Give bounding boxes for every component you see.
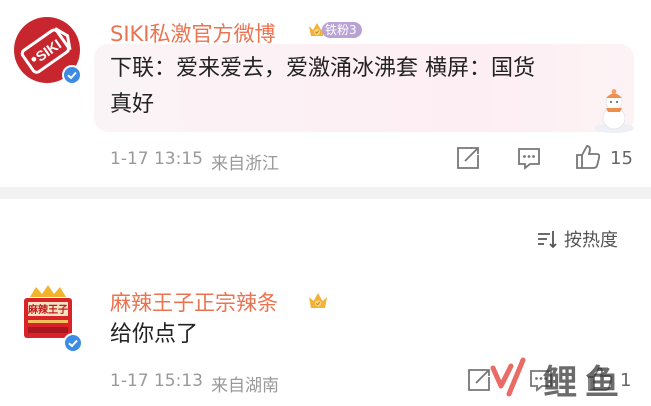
fan-badge[interactable]: 铁粉3	[306, 18, 362, 42]
username[interactable]: 麻辣王子正宗辣条	[110, 287, 278, 317]
repost-icon[interactable]	[455, 145, 481, 171]
comment-time: 1-17 15:13	[110, 371, 203, 391]
verified-icon	[63, 333, 83, 353]
comment-icon[interactable]	[516, 145, 542, 171]
comment-text: 给你点了	[110, 322, 199, 347]
comment-text-line1: 下联：爱来爱去，爱激涌冰沸套 横屏：国货	[110, 56, 535, 81]
sort-label: 按热度	[564, 230, 618, 251]
comment-text-line2: 真好	[110, 92, 155, 117]
sort-icon	[538, 231, 557, 249]
like-count: 15	[610, 148, 633, 169]
crown-icon[interactable]	[306, 289, 330, 313]
fan-badge-label: 铁粉3	[322, 22, 362, 38]
snowman-icon	[594, 89, 634, 133]
section-divider	[0, 187, 651, 199]
watermark-text: 鲤鱼	[543, 363, 627, 403]
sort-by-hot-button[interactable]: 按热度	[536, 226, 618, 252]
comment-location: 来自湖南	[211, 376, 279, 396]
verified-icon	[62, 65, 82, 85]
watermark-logo: 鲤鱼	[490, 357, 627, 403]
comment-location: 来自浙江	[211, 154, 279, 174]
like-icon[interactable]	[574, 143, 602, 171]
comment-time: 1-17 13:15	[110, 149, 203, 169]
avatar-logo-text: 麻辣王子	[27, 303, 68, 316]
